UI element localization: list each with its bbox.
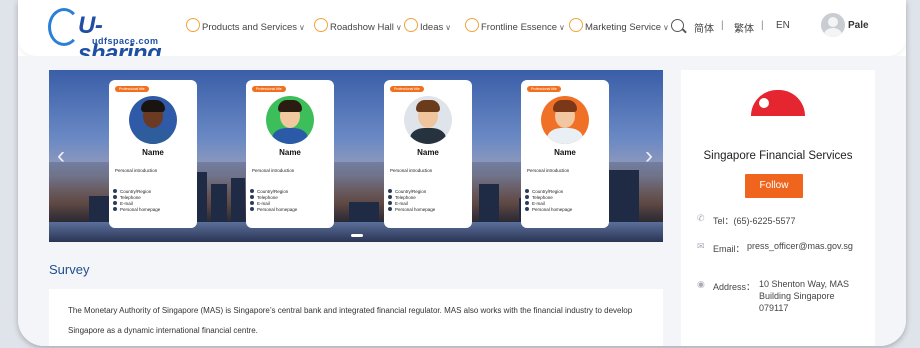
- expert-name: Name: [142, 148, 164, 157]
- search-icon[interactable]: [671, 19, 684, 32]
- address-value: 10 Shenton Way, MAS Building Singapore 0…: [759, 279, 850, 313]
- nav-item-label: Frontline Essence: [481, 21, 558, 33]
- bullet-icon: [250, 207, 254, 211]
- expert-photo: [266, 96, 314, 144]
- products-icon: [186, 18, 200, 32]
- chevron-down-icon: ∨: [663, 22, 669, 32]
- logo-sub: udfspace.com: [92, 36, 159, 46]
- lang-english[interactable]: EN: [776, 20, 790, 31]
- expert-contact-list: Country/Region Telephone E-mail Personal…: [250, 188, 297, 212]
- expert-intro: Personal introduction: [527, 168, 570, 173]
- bullet-icon: [388, 195, 392, 199]
- expert-carousel[interactable]: ‹ › Professional title Name Personal int…: [49, 70, 663, 242]
- phone-icon: ✆: [697, 213, 705, 223]
- bullet-icon: [250, 195, 254, 199]
- bullet-icon: [113, 195, 117, 199]
- expert-photo: [541, 96, 589, 144]
- mail-icon: ✉: [697, 241, 705, 251]
- singapore-flag-icon: [751, 90, 805, 116]
- carousel-prev-button[interactable]: ‹: [57, 142, 65, 170]
- email-label: Email：: [713, 244, 745, 254]
- logo-ring: [48, 8, 80, 46]
- marketing-icon: [569, 18, 583, 32]
- tel-value: (65)-6225-5577: [733, 216, 796, 226]
- expert-card[interactable]: Professional title Name Personal introdu…: [521, 80, 609, 228]
- expert-card[interactable]: Professional title Name Personal introdu…: [109, 80, 197, 228]
- nav-ideas[interactable]: Ideas ∨: [404, 18, 452, 34]
- bullet-icon: [250, 201, 254, 205]
- bullet-icon: [525, 207, 529, 211]
- bullet-icon: [113, 201, 117, 205]
- lang-separator: |: [721, 20, 724, 31]
- address-label: Address：: [713, 282, 756, 292]
- site-logo[interactable]: U-sharing udfspace.com: [48, 6, 176, 67]
- expert-name: Name: [279, 148, 301, 157]
- expert-intro: Personal introduction: [390, 168, 433, 173]
- chevron-down-icon: ∨: [445, 22, 452, 32]
- bullet-icon: [250, 189, 254, 193]
- list-item: Personal homepage: [250, 206, 297, 212]
- follow-button[interactable]: Follow: [745, 174, 803, 198]
- expert-name: Name: [554, 148, 576, 157]
- user-name[interactable]: Pale: [848, 20, 869, 31]
- expert-contact-list: Country/Region Telephone E-mail Personal…: [525, 188, 572, 212]
- professional-title-badge: Professional title: [527, 86, 561, 92]
- expert-contact-list: Country/Region Telephone E-mail Personal…: [388, 188, 435, 212]
- carousel-indicator[interactable]: [351, 234, 363, 237]
- nav-frontline-essence[interactable]: Frontline Essence ∨: [465, 18, 565, 34]
- nav-marketing-service[interactable]: Marketing Service ∨: [569, 18, 669, 34]
- expert-contact-list: Country/Region Telephone E-mail Personal…: [113, 188, 160, 212]
- location-icon: ◉: [697, 279, 705, 289]
- essence-icon: [465, 18, 479, 32]
- bullet-icon: [525, 189, 529, 193]
- expert-name: Name: [417, 148, 439, 157]
- chevron-down-icon: ∨: [559, 22, 565, 32]
- expert-intro: Personal introduction: [115, 168, 158, 173]
- carousel-next-button[interactable]: ›: [645, 142, 653, 170]
- expert-photo: [129, 96, 177, 144]
- survey-panel: The Monetary Authority of Singapore (MAS…: [49, 289, 663, 346]
- bullet-icon: [525, 195, 529, 199]
- section-title: Survey: [49, 262, 90, 277]
- expert-intro: Personal introduction: [252, 168, 295, 173]
- bullet-icon: [525, 201, 529, 205]
- avatar[interactable]: [821, 13, 845, 37]
- top-header: U-sharing udfspace.com Products and Serv…: [18, 0, 906, 67]
- org-sidebar: Singapore Financial Services Follow ✆ Te…: [681, 70, 875, 346]
- chevron-down-icon: ∨: [299, 22, 305, 32]
- nav-item-label: Products and Services: [202, 21, 298, 33]
- email-value[interactable]: press_officer@mas.gov.sg: [747, 240, 863, 252]
- professional-title-badge: Professional title: [390, 86, 424, 92]
- bullet-icon: [388, 201, 392, 205]
- lang-simplified[interactable]: 简体: [694, 20, 714, 35]
- expert-photo: [404, 96, 452, 144]
- survey-text: The Monetary Authority of Singapore (MAS…: [68, 306, 633, 335]
- lang-separator: |: [761, 20, 764, 31]
- nav-item-label: Roadshow Hall: [330, 21, 394, 33]
- org-name: Singapore Financial Services: [703, 150, 853, 162]
- expert-card[interactable]: Professional title Name Personal introdu…: [384, 80, 472, 228]
- bullet-icon: [113, 207, 117, 211]
- tel-label: Tel：(65)-6225-5577: [713, 216, 796, 226]
- roadshow-icon: [314, 18, 328, 32]
- nav-item-label: Marketing Service: [585, 21, 662, 33]
- list-item: Personal homepage: [525, 206, 572, 212]
- main-content: ‹ › Professional title Name Personal int…: [18, 56, 906, 346]
- nav-item-label: Ideas: [420, 21, 444, 33]
- bullet-icon: [388, 189, 392, 193]
- lang-traditional[interactable]: 繁体: [734, 20, 754, 35]
- professional-title-badge: Professional title: [252, 86, 286, 92]
- professional-title-badge: Professional title: [115, 86, 149, 92]
- chevron-down-icon: ∨: [395, 22, 402, 32]
- list-item: Personal homepage: [388, 206, 435, 212]
- ideas-icon: [404, 18, 418, 32]
- app-frame: U-sharing udfspace.com Products and Serv…: [18, 0, 906, 346]
- bullet-icon: [388, 207, 392, 211]
- list-item: Personal homepage: [113, 206, 160, 212]
- nav-products-and-services[interactable]: Products and Services ∨: [186, 18, 305, 34]
- nav-roadshow-hall[interactable]: Roadshow Hall ∨: [314, 18, 402, 34]
- bullet-icon: [113, 189, 117, 193]
- expert-card[interactable]: Professional title Name Personal introdu…: [246, 80, 334, 228]
